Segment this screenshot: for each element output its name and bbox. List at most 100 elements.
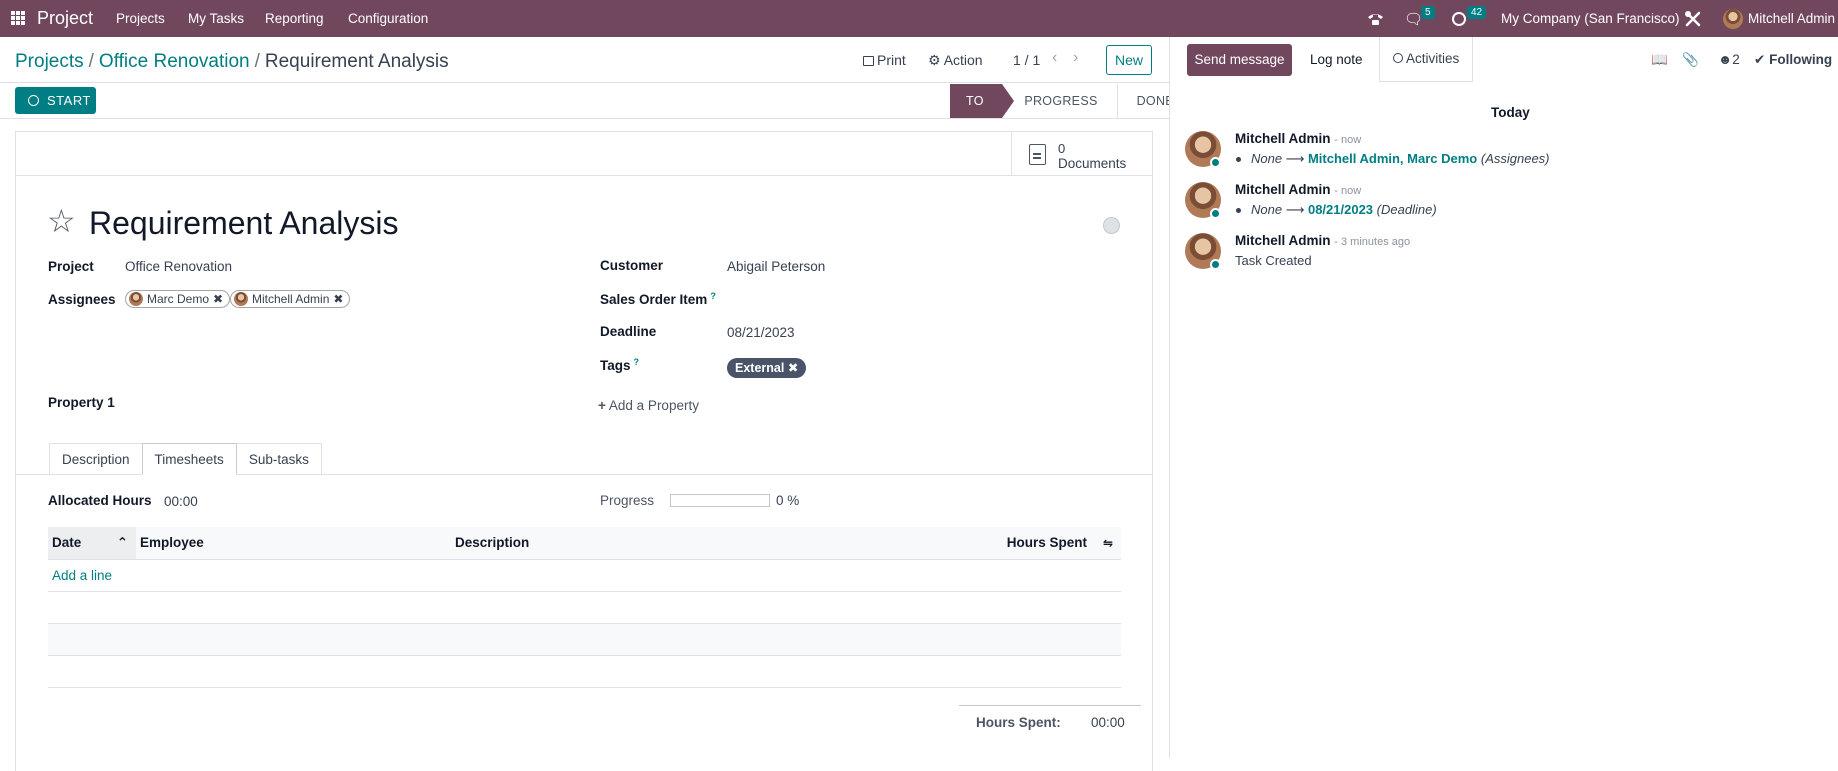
- start-timer-button[interactable]: START: [15, 87, 96, 114]
- date-separator: Today: [1491, 105, 1530, 120]
- pager-next-icon[interactable]: ›: [1073, 49, 1078, 67]
- paperclip-icon[interactable]: 📎: [1682, 52, 1699, 68]
- table-row: [48, 591, 1121, 624]
- phone-icon[interactable]: [1367, 0, 1384, 37]
- message-time: - now: [1334, 185, 1362, 197]
- stage-done[interactable]: DONE: [1115, 84, 1174, 118]
- plus-icon: +: [598, 398, 606, 413]
- remove-icon[interactable]: ✖: [788, 361, 798, 375]
- progress-bar: [670, 494, 770, 507]
- chatter-topbar: Send message Log note Activities 📖 📎 ☻2 …: [1170, 37, 1838, 82]
- breadcrumb-projects[interactable]: Projects: [15, 51, 84, 72]
- breadcrumb-project[interactable]: Office Renovation: [99, 51, 250, 72]
- message-time: - now: [1334, 134, 1362, 146]
- breadcrumb: Projects / Office Renovation / Requirement A…: [15, 51, 449, 72]
- project-field[interactable]: Office Renovation: [125, 259, 232, 274]
- task-title[interactable]: Requirement Analysis: [89, 205, 398, 242]
- chatter-message: Mitchell Admin - now None ⟶ Mitchell Adm…: [1185, 131, 1825, 176]
- column-employee[interactable]: Employee: [136, 527, 451, 560]
- allocated-hours-label: Allocated Hours: [48, 493, 152, 508]
- print-icon: [863, 56, 874, 66]
- tab-sub-tasks[interactable]: Sub-tasks: [235, 443, 322, 475]
- following-button[interactable]: ✔ Following: [1754, 52, 1832, 68]
- activities-badge: 42: [1467, 6, 1487, 19]
- gear-icon: ⚙: [928, 52, 941, 68]
- avatar: [129, 292, 143, 306]
- messages-button[interactable]: 🗨 5: [1404, 0, 1437, 37]
- user-avatar: [1723, 8, 1743, 29]
- column-description[interactable]: Description: [451, 527, 1001, 560]
- clock-icon: [1452, 11, 1466, 26]
- menu-my-tasks[interactable]: My Tasks: [188, 11, 244, 26]
- user-menu[interactable]: Mitchell Admin: [1723, 0, 1835, 37]
- stage-todo[interactable]: TO DO: [950, 84, 1015, 142]
- online-status-icon: [1210, 208, 1221, 219]
- messages-badge: 5: [1421, 6, 1435, 19]
- avatar: [234, 292, 248, 306]
- assignee-tag[interactable]: Mitchell Admin ✖: [230, 290, 351, 308]
- pager-value[interactable]: 1 / 1: [1013, 52, 1040, 68]
- optional-columns-icon[interactable]: ⇋: [1103, 536, 1113, 550]
- arrow-right-icon: ⟶: [1285, 202, 1305, 217]
- add-property-button[interactable]: + Add a Property: [598, 398, 699, 413]
- property-label: Property 1: [48, 395, 115, 410]
- table-row: [48, 623, 1121, 656]
- action-button[interactable]: ⚙ Action: [928, 52, 983, 69]
- form-sheet: 0 Documents ☆ Requirement Analysis Proje…: [15, 131, 1153, 771]
- tags-label: Tags?: [600, 357, 640, 373]
- deadline-label: Deadline: [600, 324, 657, 339]
- new-button[interactable]: New: [1106, 45, 1152, 75]
- table-row: Add a line: [48, 559, 1121, 592]
- customer-field[interactable]: Abigail Peterson: [727, 259, 825, 274]
- top-navbar: Project Projects My Tasks Reporting Conf…: [0, 0, 1838, 37]
- clock-icon: [28, 95, 39, 106]
- table-row: [48, 655, 1121, 688]
- chatter-message: Mitchell Admin - 3 minutes ago Task Crea…: [1185, 233, 1825, 278]
- column-hours-spent[interactable]: Hours Spent ⇋: [1001, 527, 1121, 560]
- timesheet-table: Date ⌃ Employee Description Hours Spent ⇋ …: [48, 527, 1121, 688]
- progress-label: Progress: [600, 493, 655, 508]
- remove-icon[interactable]: ✖: [333, 291, 343, 307]
- debug-tools-icon[interactable]: [1684, 0, 1702, 37]
- hours-spent-total-label: Hours Spent:: [976, 715, 1061, 730]
- stage-progress[interactable]: PROGRESS: [1002, 84, 1114, 118]
- log-note-button[interactable]: Log note: [1298, 44, 1375, 76]
- followers-button[interactable]: ☻2: [1718, 52, 1740, 67]
- clock-icon: [1393, 53, 1403, 63]
- table-header-row: Date ⌃ Employee Description Hours Spent ⇋: [48, 527, 1121, 560]
- arrow-right-icon: ⟶: [1285, 151, 1305, 166]
- menu-reporting[interactable]: Reporting: [265, 11, 324, 26]
- attachment-list-icon[interactable]: 📖: [1651, 52, 1668, 68]
- allocated-hours-field[interactable]: 00:00: [164, 494, 198, 509]
- menu-projects[interactable]: Projects: [116, 11, 165, 26]
- assignee-tag[interactable]: Marc Demo ✖: [125, 290, 231, 308]
- chatter-message: Mitchell Admin - now None ⟶ 08/21/2023 (…: [1185, 182, 1825, 227]
- add-line-link[interactable]: Add a line: [48, 559, 1121, 592]
- tracking-value: None ⟶ Mitchell Admin, Marc Demo (Assign…: [1236, 151, 1550, 167]
- deadline-field[interactable]: 08/21/2023: [727, 325, 795, 340]
- pager-previous-icon[interactable]: ‹: [1052, 49, 1057, 67]
- stage-pipeline: TO DO PROGRESS DONE: [950, 84, 1174, 142]
- documents-smart-button[interactable]: 0 Documents: [1011, 132, 1153, 176]
- company-switcher[interactable]: My Company (San Francisco): [1501, 0, 1680, 37]
- column-date[interactable]: Date ⌃: [48, 527, 136, 560]
- message-author[interactable]: Mitchell Admin - now: [1235, 182, 1361, 197]
- kanban-state-indicator[interactable]: [1103, 217, 1120, 234]
- chatter-panel: Send message Log note Activities 📖 📎 ☻2 …: [1169, 37, 1838, 758]
- tab-timesheets[interactable]: Timesheets: [141, 443, 237, 475]
- send-message-button[interactable]: Send message: [1187, 44, 1292, 76]
- apps-menu-icon[interactable]: [11, 11, 25, 25]
- user-name: Mitchell Admin: [1748, 11, 1836, 26]
- progress-value: 0 %: [776, 493, 800, 508]
- app-name[interactable]: Project: [37, 8, 93, 29]
- activities-button[interactable]: Activities: [1379, 37, 1474, 82]
- activities-button[interactable]: 42: [1452, 0, 1487, 37]
- message-author[interactable]: Mitchell Admin - 3 minutes ago: [1235, 233, 1410, 248]
- favorite-star-icon[interactable]: ☆: [47, 205, 76, 237]
- menu-configuration[interactable]: Configuration: [348, 11, 428, 26]
- message-author[interactable]: Mitchell Admin - now: [1235, 131, 1361, 146]
- print-button[interactable]: Print: [863, 52, 906, 68]
- remove-icon[interactable]: ✖: [213, 291, 223, 307]
- tab-description[interactable]: Description: [49, 443, 143, 475]
- tag-external[interactable]: External ✖: [727, 358, 807, 378]
